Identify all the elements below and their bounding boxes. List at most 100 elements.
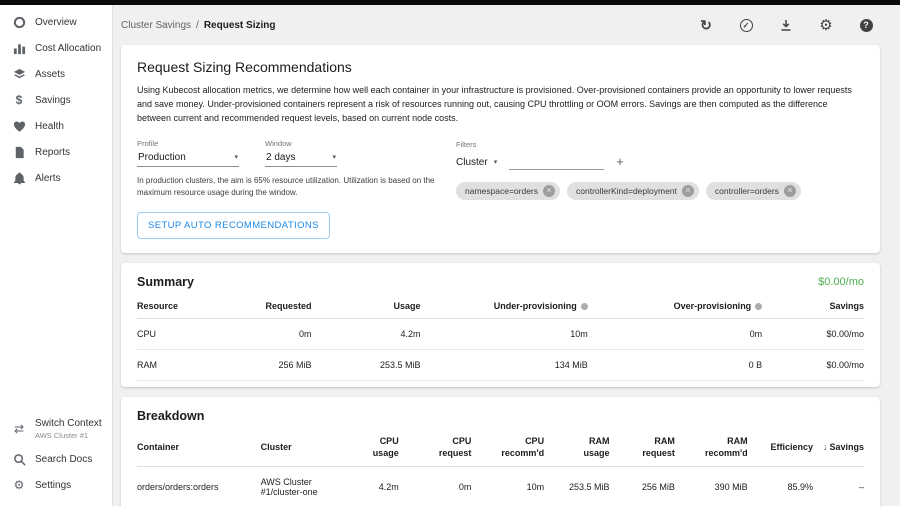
breadcrumb-cluster-savings[interactable]: Cluster Savings — [121, 20, 191, 31]
col-over-provisioning: Over-provisioning — [588, 293, 762, 319]
filter-chip[interactable]: namespace=orders × — [456, 182, 560, 200]
col-efficiency[interactable]: Efficiency — [748, 427, 813, 467]
summary-header-row: Resource Requested Usage Under-provision… — [137, 293, 864, 319]
search-docs-button[interactable]: Search Docs — [0, 446, 112, 472]
request-sizing-card: Request Sizing Recommendations Using Kub… — [121, 45, 880, 253]
app-window: Overview Cost Allocation Assets $ Saving… — [0, 0, 900, 506]
window-label: Window — [265, 139, 337, 148]
page-title: Request Sizing Recommendations — [137, 59, 864, 75]
layers-icon — [12, 67, 26, 81]
breadcrumb: Cluster Savings / Request Sizing — [121, 20, 276, 31]
profile-select[interactable]: Production ▾ — [137, 150, 239, 167]
col-cluster[interactable]: Cluster — [261, 427, 356, 467]
window-select-group: Window 2 days ▾ — [265, 139, 337, 167]
sidebar-item-assets[interactable]: Assets — [0, 61, 112, 87]
filter-value-input[interactable] — [509, 155, 604, 170]
profile-label: Profile — [137, 139, 239, 148]
download-icon[interactable] — [778, 17, 794, 33]
window-select[interactable]: 2 days ▾ — [265, 150, 337, 167]
refresh-icon[interactable]: ↻ — [698, 17, 714, 33]
main-area: Cluster Savings / Request Sizing ↻ ✓ ⚙ ?… — [114, 5, 900, 506]
dollar-icon: $ — [12, 93, 26, 107]
gear-icon: ⚙ — [12, 478, 26, 492]
info-icon[interactable] — [755, 303, 762, 310]
sidebar-item-label: Cost Allocation — [35, 43, 101, 54]
sidebar-item-label: Savings — [35, 95, 71, 106]
col-resource: Resource — [137, 293, 232, 319]
col-under-provisioning: Under-provisioning — [421, 293, 588, 319]
col-ram-recommended[interactable]: RAMrecomm'd — [675, 427, 748, 467]
sidebar-item-overview[interactable]: Overview — [0, 9, 112, 35]
switch-context-label: Switch Context — [35, 418, 102, 431]
check-circle-icon[interactable]: ✓ — [738, 17, 754, 33]
settings-label: Settings — [35, 480, 71, 491]
breakdown-title: Breakdown — [137, 409, 204, 423]
col-cpu-usage[interactable]: CPUusage — [355, 427, 399, 467]
breakdown-table: Container Cluster CPUusage CPUrequest CP… — [137, 427, 864, 506]
col-ram-request[interactable]: RAMrequest — [610, 427, 675, 467]
profile-select-group: Profile Production ▾ — [137, 139, 239, 167]
chevron-down-icon: ▾ — [332, 153, 336, 161]
bell-icon — [12, 171, 26, 185]
heart-icon — [12, 119, 26, 133]
col-container[interactable]: Container — [137, 427, 261, 467]
profile-window-column: Profile Production ▾ Window 2 days — [137, 139, 456, 239]
sidebar-item-label: Alerts — [35, 173, 61, 184]
sidebar: Overview Cost Allocation Assets $ Saving… — [0, 5, 113, 506]
summary-card: Summary $0.00/mo Resource Requested Usag… — [121, 263, 880, 387]
add-filter-icon[interactable]: + — [616, 155, 624, 170]
sidebar-item-cost-allocation[interactable]: Cost Allocation — [0, 35, 112, 61]
settings-gear-icon[interactable]: ⚙ — [818, 17, 834, 33]
settings-button[interactable]: ⚙ Settings — [0, 472, 112, 498]
info-icon[interactable] — [581, 303, 588, 310]
col-cpu-request[interactable]: CPUrequest — [399, 427, 472, 467]
sidebar-item-label: Overview — [35, 17, 77, 28]
filter-chip[interactable]: controllerKind=deployment × — [567, 182, 699, 200]
setup-auto-recommendations-button[interactable]: SETUP AUTO RECOMMENDATIONS — [137, 212, 330, 239]
summary-title: Summary — [137, 275, 194, 289]
filters-label: Filters — [456, 140, 864, 149]
col-requested: Requested — [232, 293, 312, 319]
topbar: Cluster Savings / Request Sizing ↻ ✓ ⚙ ? — [114, 5, 900, 45]
breakdown-card: Breakdown Container Cluster CPUusage CPU… — [121, 397, 880, 506]
chevron-down-icon: ▾ — [234, 153, 238, 161]
search-icon — [12, 452, 26, 466]
col-cpu-recommended[interactable]: CPUrecomm'd — [471, 427, 544, 467]
filters-column: Filters Cluster ▾ + namespace=orders — [456, 139, 864, 239]
remove-chip-icon[interactable]: × — [543, 185, 555, 197]
total-savings-value: $0.00/mo — [818, 276, 864, 288]
sidebar-item-health[interactable]: Health — [0, 113, 112, 139]
col-ram-usage[interactable]: RAMusage — [544, 427, 609, 467]
sidebar-nav: Overview Cost Allocation Assets $ Saving… — [0, 5, 112, 191]
sidebar-item-label: Health — [35, 121, 64, 132]
remove-chip-icon[interactable]: × — [784, 185, 796, 197]
sidebar-item-savings[interactable]: $ Savings — [0, 87, 112, 113]
document-icon — [12, 145, 26, 159]
sidebar-footer: ⇄ Switch Context AWS Cluster #1 Search D… — [0, 412, 112, 506]
summary-table: Resource Requested Usage Under-provision… — [137, 293, 864, 381]
profile-helper-text: In production clusters, the aim is 65% r… — [137, 175, 437, 199]
summary-row-cpu: CPU 0m 4.2m 10m 0m $0.00/mo — [137, 318, 864, 349]
breadcrumb-request-sizing: Request Sizing — [204, 20, 276, 31]
summary-row-ram: RAM 256 MiB 253.5 MiB 134 MiB 0 B $0.00/… — [137, 349, 864, 380]
sort-desc-icon: ↓ — [823, 442, 828, 452]
switch-context-button[interactable]: ⇄ Switch Context AWS Cluster #1 — [0, 412, 112, 446]
description-text: Using Kubecost allocation metrics, we de… — [137, 84, 864, 126]
bar-chart-icon — [12, 41, 26, 55]
filter-chips: namespace=orders × controllerKind=deploy… — [456, 182, 864, 200]
col-savings-sort[interactable]: ↓Savings — [813, 427, 864, 467]
overview-icon — [12, 15, 26, 29]
switch-arrows-icon: ⇄ — [12, 422, 26, 436]
col-usage: Usage — [311, 293, 420, 319]
sidebar-item-reports[interactable]: Reports — [0, 139, 112, 165]
filter-type-select[interactable]: Cluster ▾ — [456, 157, 497, 170]
filter-chip[interactable]: controller=orders × — [706, 182, 801, 200]
breakdown-row[interactable]: orders/orders:orders AWS Cluster #1/clus… — [137, 467, 864, 506]
sidebar-item-alerts[interactable]: Alerts — [0, 165, 112, 191]
remove-chip-icon[interactable]: × — [682, 185, 694, 197]
help-icon[interactable]: ? — [858, 17, 874, 33]
page-content: Request Sizing Recommendations Using Kub… — [114, 45, 900, 506]
topbar-actions: ↻ ✓ ⚙ ? — [698, 17, 874, 33]
chevron-down-icon: ▾ — [494, 158, 498, 166]
controls-row: Profile Production ▾ Window 2 days — [137, 139, 864, 239]
